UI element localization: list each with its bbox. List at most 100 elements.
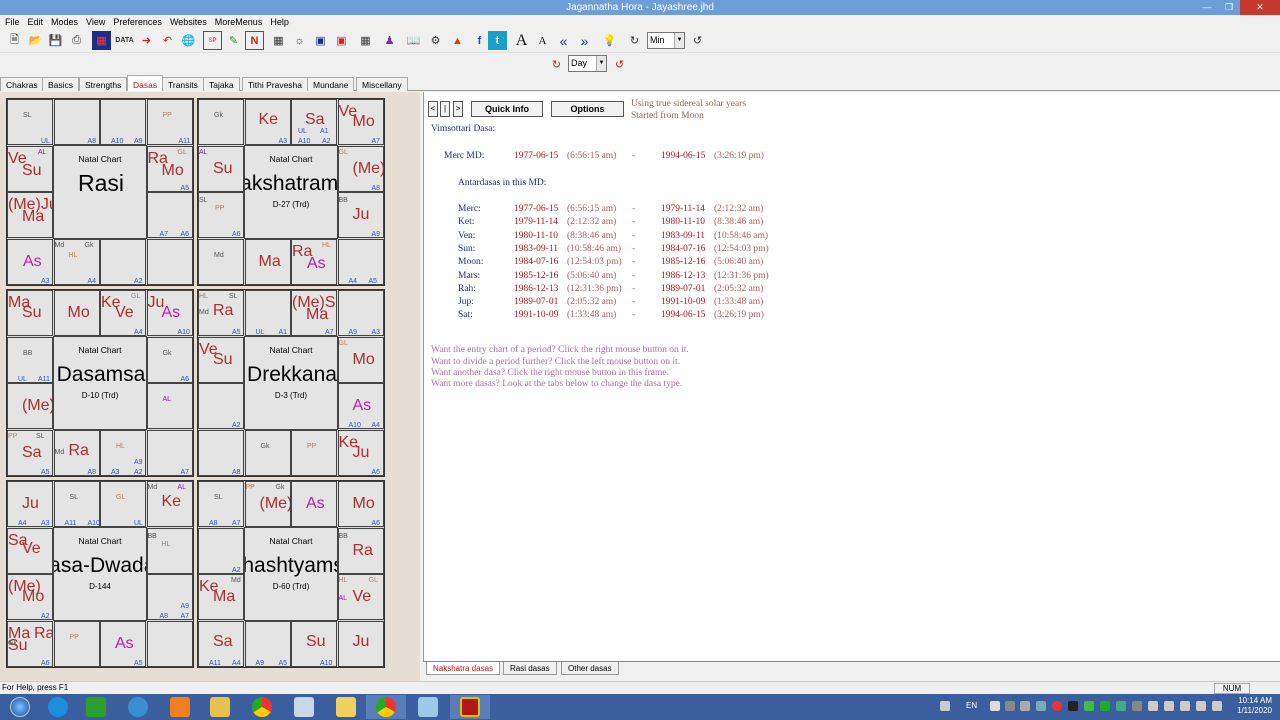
md-end-time[interactable]: (3:26:19 pm) <box>714 151 764 161</box>
antardasa-start-date[interactable]: 1986-12-13 <box>514 284 558 294</box>
jagannatha-hora-icon[interactable] <box>450 695 490 719</box>
chart-house[interactable]: Md <box>198 238 244 285</box>
chart-house[interactable]: (Me) <box>7 383 53 429</box>
open-folder-icon[interactable]: 📂 <box>26 31 45 50</box>
antardasa-end-time[interactable]: (2:05:32 am) <box>714 284 763 294</box>
tab-chakras[interactable]: Chakras <box>0 77 44 91</box>
chart-house[interactable]: Ma Su Ra Gk A6 <box>7 620 53 667</box>
chart-house[interactable]: Ke A3 <box>244 99 291 145</box>
chart-house[interactable]: A9 A5 <box>244 620 291 667</box>
calculator-icon[interactable] <box>284 695 324 719</box>
square-chart-icon[interactable]: ▣ <box>332 31 351 50</box>
fire-icon[interactable]: ▲ <box>448 31 467 50</box>
chart-house[interactable]: PP SL Sa A5 <box>7 429 53 476</box>
tray-icon-8[interactable] <box>1100 701 1110 711</box>
chrome-icon[interactable] <box>242 695 282 719</box>
step-select[interactable]: Day ▼ <box>568 55 607 72</box>
antardasa-end-time[interactable]: (10:58:46 am) <box>714 231 768 241</box>
chart-house[interactable]: Md Ra A8 <box>53 429 100 476</box>
chart-house[interactable]: HL SL Md Ra A5 <box>198 290 244 336</box>
book-icon[interactable]: 📖 <box>404 31 423 50</box>
start-button[interactable] <box>0 695 40 719</box>
keyboard-icon[interactable] <box>940 701 950 711</box>
antardasa-end-date[interactable]: 1984-07-16 <box>661 244 705 254</box>
chart-house[interactable]: Su A10 <box>291 620 337 667</box>
chart-house[interactable]: GL UL <box>100 481 146 527</box>
chart-house[interactable]: PP <box>53 620 100 667</box>
chart-house[interactable]: A7 A6 <box>146 192 193 238</box>
chart-house[interactable]: Ju A4 A3 <box>7 481 53 527</box>
tab-dasas[interactable]: Dasas <box>127 75 164 91</box>
chart-house[interactable]: Ke Md Ma <box>198 574 244 620</box>
menu-modes[interactable]: Modes <box>48 17 81 27</box>
chart-house[interactable]: Gk A6 <box>146 336 193 383</box>
chart-house[interactable]: GL (Me) A8 <box>337 145 384 192</box>
chart-house[interactable]: SL PP A6 <box>198 192 244 238</box>
chart-house[interactable]: A2 <box>198 527 244 574</box>
antardasa-start-time[interactable]: (6:56:15 am) <box>567 204 616 214</box>
chart-house[interactable]: Gk <box>244 429 291 476</box>
tab-mundane[interactable]: Mundane <box>307 77 355 91</box>
network-icon[interactable] <box>1180 701 1190 711</box>
chart-house[interactable]: A7 <box>146 429 193 476</box>
store-icon[interactable] <box>76 695 116 719</box>
tab-miscellany[interactable]: Miscellany <box>356 77 408 91</box>
facebook-icon[interactable]: f <box>470 31 489 50</box>
antardasa-end-date[interactable]: 1994-06-15 <box>661 310 705 320</box>
chart-house[interactable]: Ve Su <box>198 336 244 383</box>
antardasa-start-time[interactable]: (12:54:03 pm) <box>567 257 622 267</box>
chart-center[interactable]: Natal Chart Rasi <box>53 145 147 239</box>
chart-house[interactable]: PP <box>291 429 337 476</box>
antardasa-end-time[interactable]: (3:26:19 pm) <box>714 310 764 320</box>
rewind-icon[interactable]: « <box>554 31 573 50</box>
save-icon[interactable]: 💾 <box>46 31 65 50</box>
chart-house[interactable]: Ju As A10 <box>146 290 193 336</box>
antardasa-start-date[interactable]: 1984-07-16 <box>514 257 558 267</box>
chart-4[interactable]: Ju A4 A3 SL A11 A10 GL UL Md AL Ke Sa Ve BB HL (Me) Mo A2… <box>6 480 194 668</box>
chart-house[interactable]: Ke Ju A6 <box>337 429 384 476</box>
tab-strengths[interactable]: Strengths <box>79 77 128 91</box>
antardasa-end-time[interactable]: (12:31:36 pm) <box>714 271 769 281</box>
tray-icon-9[interactable] <box>1116 701 1126 711</box>
chart-house[interactable]: (Me)SaMaA7 <box>291 290 337 336</box>
chart-center[interactable]: Natal Chart Drekkana D-3 (Trd) <box>244 336 338 430</box>
menu-moremenus[interactable]: MoreMenus <box>212 17 266 27</box>
tray-icon-2[interactable] <box>1005 701 1015 711</box>
language-indicator[interactable]: EN <box>966 701 977 710</box>
menu-edit[interactable]: Edit <box>25 17 47 27</box>
sp-kh-icon[interactable]: SP <box>203 31 222 50</box>
chart-house[interactable]: Ve AL Su <box>7 145 53 192</box>
antardasa-start-time[interactable]: (12:31:36 pm) <box>567 284 622 294</box>
chart-house[interactable]: Ju <box>337 620 384 667</box>
antardasa-label[interactable]: Sat: <box>458 310 473 320</box>
twitter-icon[interactable]: t <box>488 31 507 50</box>
antardasa-end-date[interactable]: 1980-11-10 <box>661 217 705 227</box>
chart-house[interactable]: HL A3 A9 A2 <box>100 429 146 476</box>
antardasa-start-date[interactable]: 1985-12-16 <box>514 271 558 281</box>
antardasa-start-date[interactable]: 1977-06-15 <box>514 204 558 214</box>
chart-house[interactable]: A9 A3 <box>337 290 384 336</box>
chart-house[interactable] <box>146 620 193 667</box>
antardasa-label[interactable]: Rah: <box>458 284 476 294</box>
chart-house[interactable]: UL A1 <box>244 290 291 336</box>
tray-icon-7[interactable] <box>1084 701 1094 711</box>
bluetooth-icon[interactable] <box>1132 701 1142 711</box>
antardasa-end-date[interactable]: 1985-12-16 <box>661 257 705 267</box>
chart-center[interactable]: Natal Chart Dasamsa D-10 (Trd) <box>53 336 147 430</box>
ie-icon[interactable] <box>38 695 78 719</box>
chart-house[interactable] <box>146 238 193 285</box>
quick-info-button[interactable]: Quick Info <box>471 101 543 117</box>
restore-button[interactable]: ❐ <box>1218 0 1240 15</box>
tab-rasi-dasas[interactable]: Rasi dasas <box>503 662 557 675</box>
clock-back-icon[interactable]: ↻ <box>625 31 644 50</box>
font-smaller-icon[interactable]: A <box>533 31 552 50</box>
antardasa-label[interactable]: Mars: <box>458 271 480 281</box>
player-icon[interactable] <box>160 695 200 719</box>
sun-icon[interactable]: ☼ <box>290 31 309 50</box>
antardasa-label[interactable]: Moon: <box>458 257 483 267</box>
antardasa-label[interactable]: Ven: <box>458 231 475 241</box>
chart-house[interactable]: SL A11 A10 <box>53 481 100 527</box>
new-file-icon[interactable]: 🗎 <box>5 31 24 50</box>
antardasa-label[interactable]: Ket: <box>458 217 474 227</box>
antardasa-end-time[interactable]: (8:38:46 am) <box>714 217 763 227</box>
